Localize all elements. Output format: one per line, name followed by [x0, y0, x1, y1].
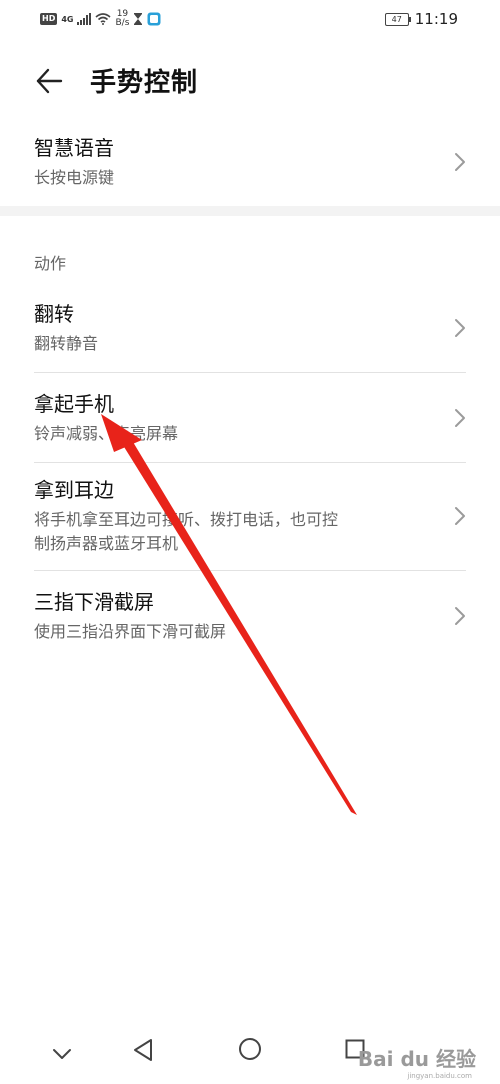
back-triangle-icon[interactable] [132, 1038, 154, 1062]
hide-nav-chevron-down-icon[interactable] [52, 1048, 72, 1060]
baidu-watermark-url: jingyan.baidu.com [407, 1072, 472, 1080]
baidu-watermark: Bai du 经验 [357, 1047, 476, 1071]
annotation-arrow-shaft [121, 437, 357, 815]
home-circle-icon[interactable] [238, 1037, 262, 1061]
annotation-arrow-head [101, 414, 142, 452]
annotation-arrow [101, 414, 357, 815]
